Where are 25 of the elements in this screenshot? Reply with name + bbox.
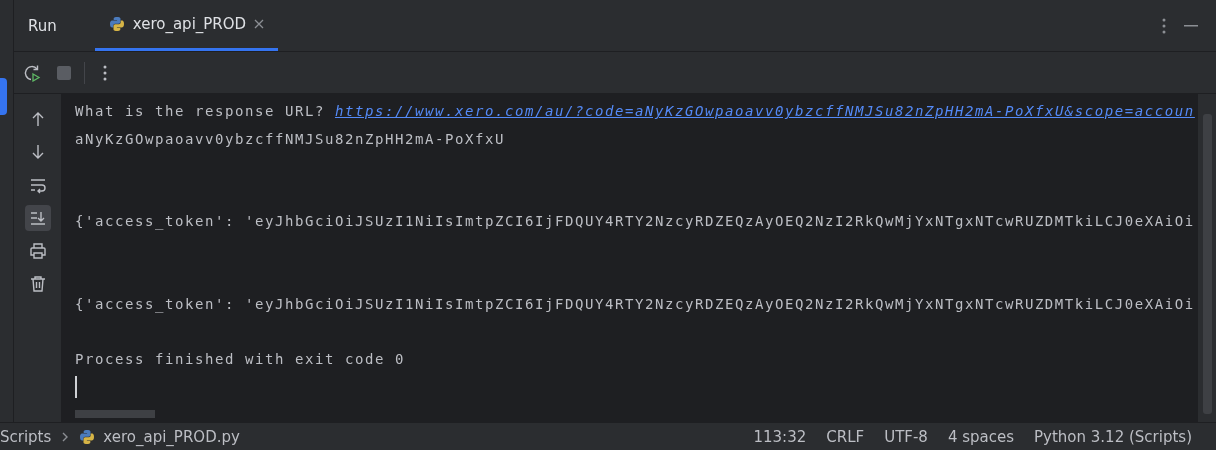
- chevron-icon: [61, 430, 70, 443]
- status-item[interactable]: CRLF: [816, 427, 875, 446]
- tab[interactable]: xero_api_PROD: [94, 0, 279, 51]
- status-item[interactable]: UTF-8: [874, 427, 938, 446]
- output-line: Process finished with exit code 0: [75, 350, 405, 367]
- text-cursor: [75, 376, 77, 398]
- scrollbar-thumb[interactable]: [75, 410, 155, 418]
- breadcrumb[interactable]: xero_api_PROD.py: [103, 427, 240, 446]
- python-icon: [108, 16, 125, 32]
- url-link[interactable]: https://www.xero.com/au/?code=aNyKzGOwpaoavv0ybzcffNMJSu82nZpHH2mA-PoXfxU&scope=accoun: [334, 103, 1195, 119]
- status-item[interactable]: Python 3.12 (Scripts): [1024, 427, 1202, 446]
- output-line: aNyKzGOwpaoavv0ybzcffNMJSu82nZpHH2mA-PoXfxU: [75, 130, 505, 147]
- prompt-text: What is the response URL?: [75, 103, 326, 119]
- scroll-to-end-icon[interactable]: [24, 205, 51, 231]
- status-item[interactable]: 113:32: [743, 427, 817, 446]
- output-line: {'access_token': 'eyJhbGciOiJSUzI1NiIsImtpZCI6IjFDQUY4RTY2NzcyRDZEQzAyOEQ2NzI2RkQwMjYxNTgxNTcwRUZDMTkiLCJ0eXAiOi: [75, 295, 1195, 312]
- python-icon: [79, 428, 96, 445]
- minimize-icon: [1184, 24, 1198, 27]
- breadcrumb[interactable]: Scripts: [0, 427, 52, 446]
- output-line: {'access_token': 'eyJhbGciOiJSUzI1NiIsImtpZCI6IjFDQUY4RTY2NzcyRDZEQzAyOEQ2NzI2RkQwMjYxNTgxNTcwRUZDMTkiLCJ0eXAiOi: [75, 213, 1195, 229]
- side-indicator: [0, 78, 7, 115]
- panel-title: Run: [28, 16, 57, 35]
- close-icon: [254, 19, 265, 29]
- more-icon: [1162, 17, 1166, 34]
- status-item[interactable]: 4 spaces: [937, 427, 1025, 446]
